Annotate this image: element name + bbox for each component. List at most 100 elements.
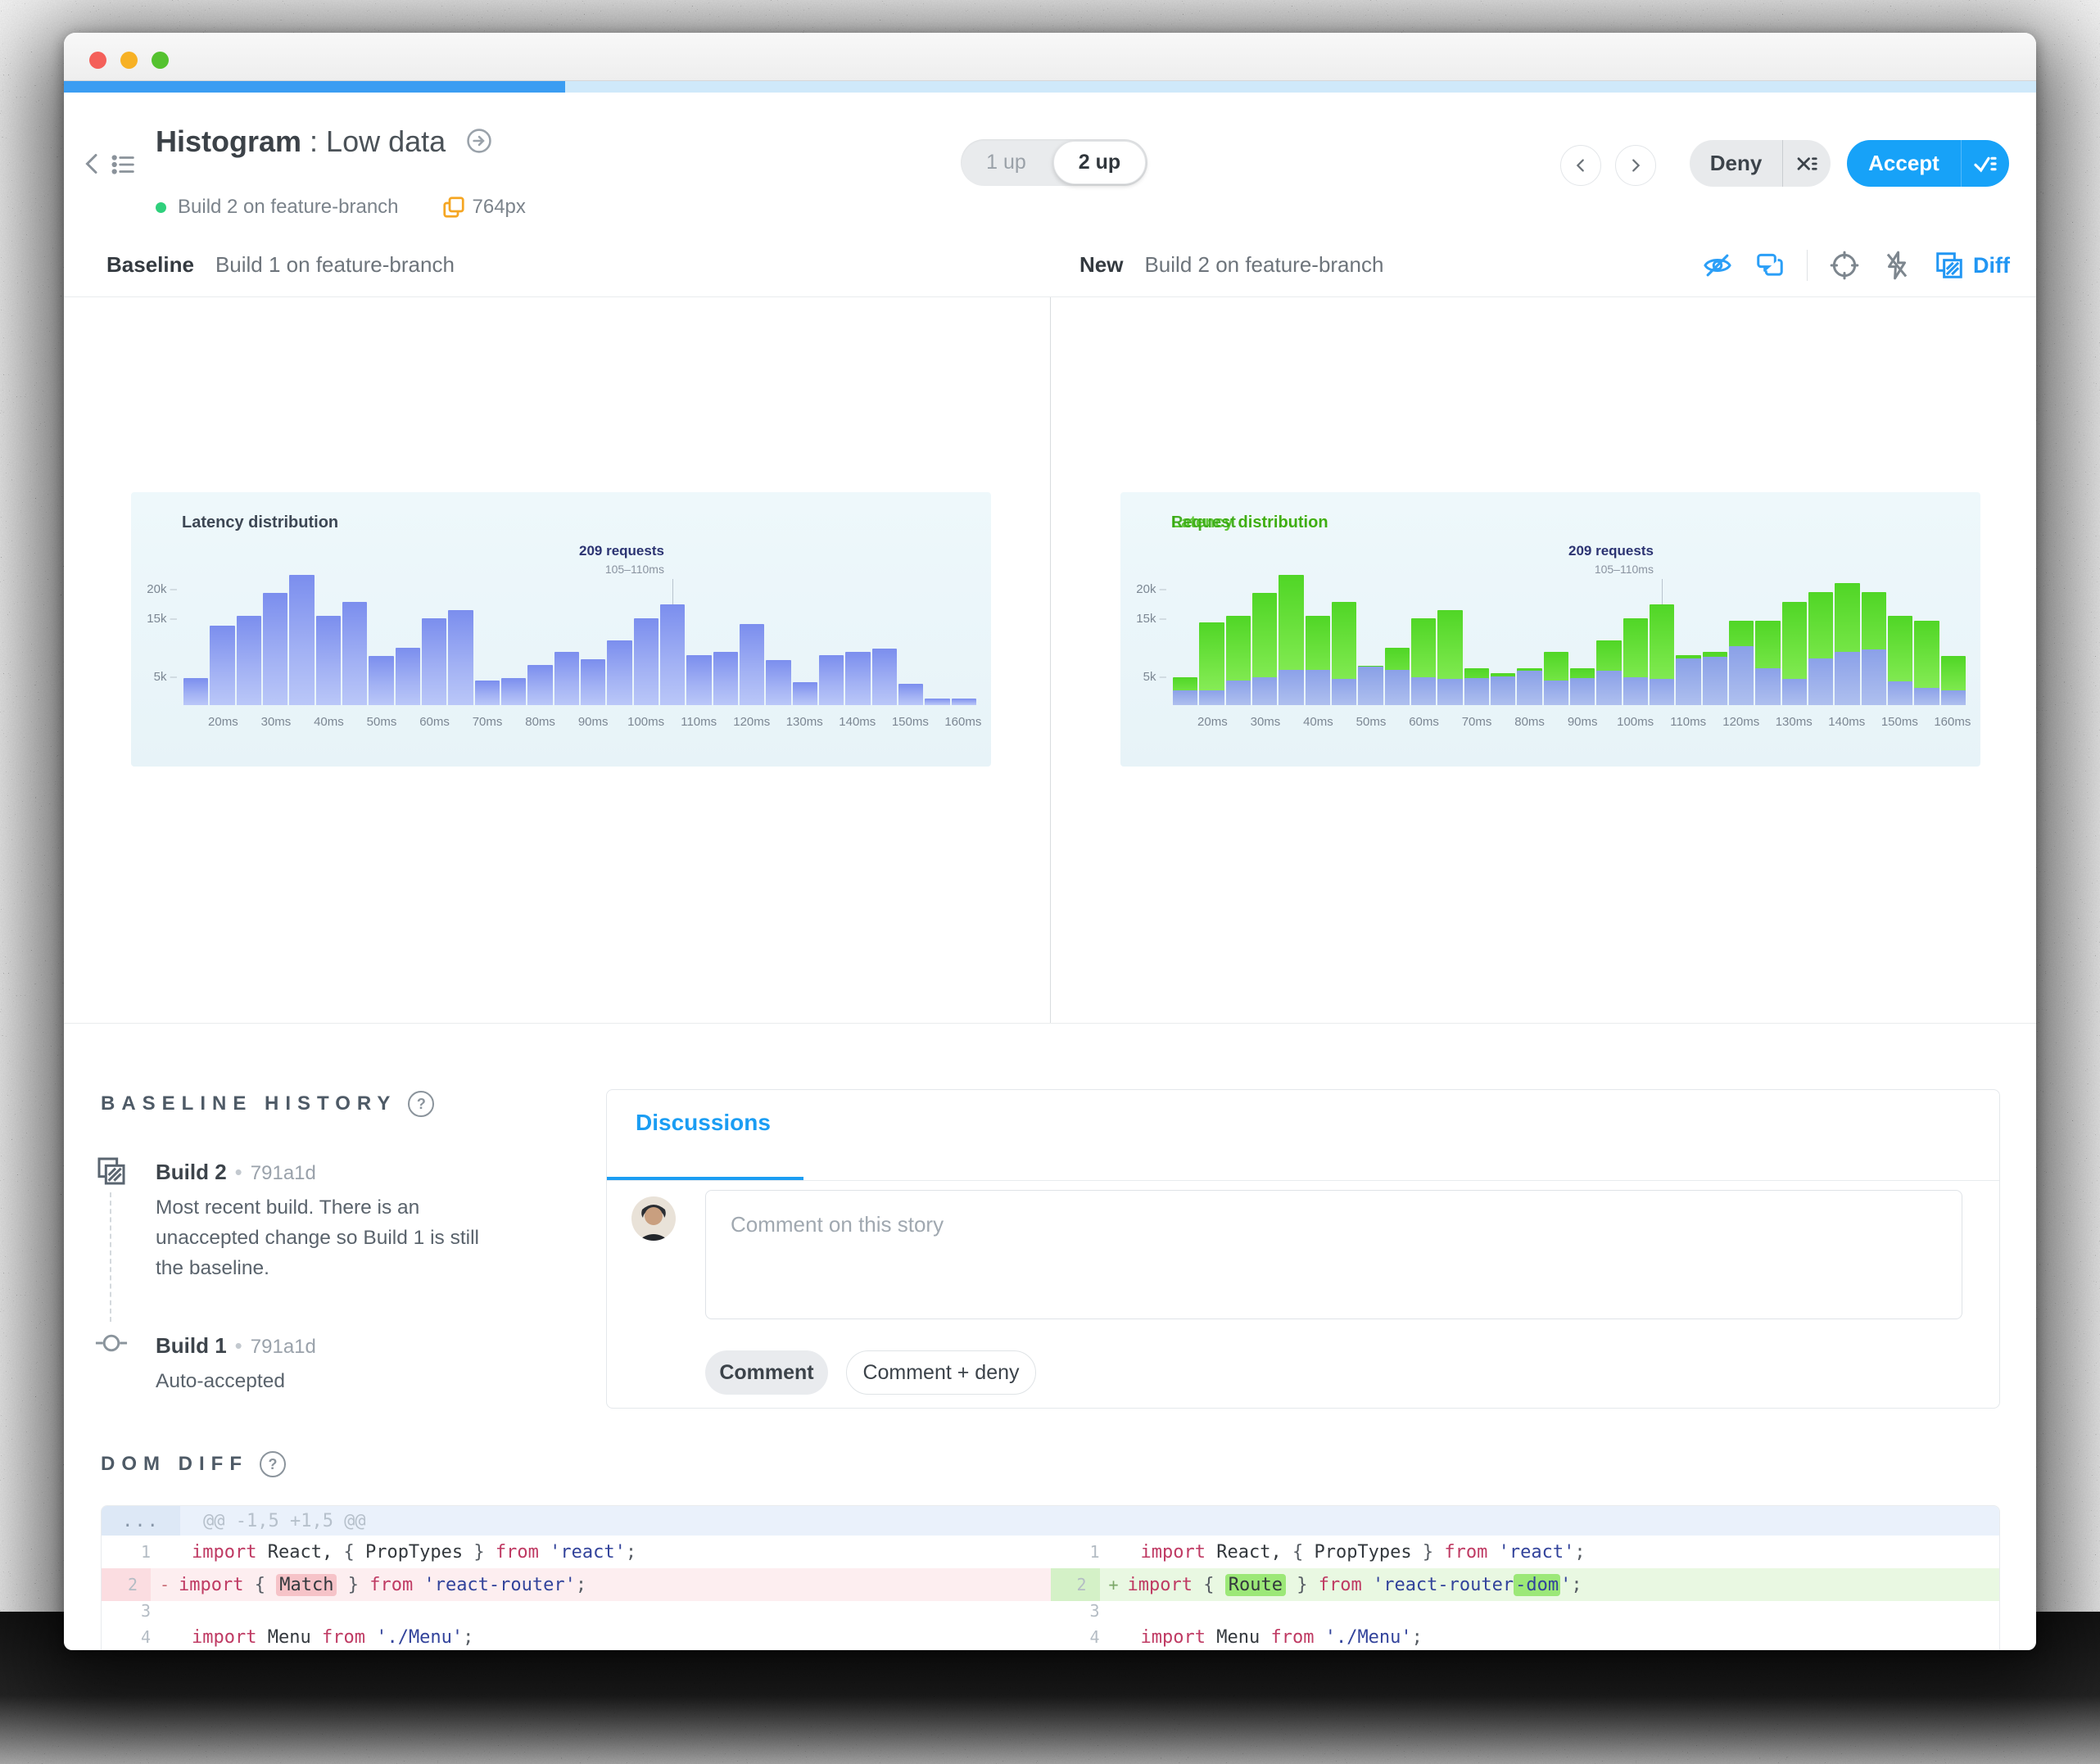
build-1-description: Auto-accepted: [156, 1370, 285, 1392]
discussions-panel: Discussions Comment Comment + deny: [606, 1089, 2000, 1409]
diff-line: 3: [1050, 1601, 1999, 1621]
dom-diff-heading: DOM DIFF ?: [101, 1451, 286, 1477]
app-window: Histogram : Low data Build 2 on feature-…: [64, 33, 2036, 1650]
histogram-bar: [1543, 541, 1568, 705]
next-snapshot-button[interactable]: [1615, 145, 1656, 186]
build-1-history-item[interactable]: Build 1 • 791a1d: [156, 1333, 316, 1359]
histogram-bar: [1305, 541, 1330, 705]
desktop-background: Histogram : Low data Build 2 on feature-…: [0, 0, 2100, 1764]
histogram-bar: [1781, 541, 1807, 705]
histogram-bar: [739, 541, 765, 705]
build-progress-bar: [64, 81, 2036, 93]
histogram-bar: [1173, 541, 1198, 705]
flash-off-icon[interactable]: [1881, 250, 1912, 281]
baseline-history-help-icon[interactable]: ?: [408, 1091, 435, 1117]
zoom-window-button[interactable]: [152, 52, 169, 69]
previous-snapshot-button[interactable]: [1560, 145, 1601, 186]
toggle-1up[interactable]: 1 up: [961, 139, 1052, 186]
comment-deny-button[interactable]: Comment + deny: [846, 1350, 1036, 1395]
histogram-bar: [1384, 541, 1410, 705]
diff-build-icon: [97, 1157, 125, 1185]
histogram-bar: [607, 541, 632, 705]
baseline-snapshot[interactable]: Latency distribution 5k15k20k 209 reques…: [131, 492, 991, 767]
histogram-bar: [713, 541, 738, 705]
comment-input[interactable]: [705, 1190, 1962, 1319]
new-pane-label: New Build 2 on feature-branch: [1079, 252, 1384, 277]
accept-batch-icon[interactable]: [1961, 140, 2009, 187]
histogram-bar: [395, 541, 420, 705]
histogram-bar: [1596, 541, 1622, 705]
diff-line: 2 + import { Route } from 'react-router-do…: [1050, 1568, 1999, 1601]
histogram-bar: [1251, 541, 1278, 705]
build-status-dot: [156, 201, 166, 213]
dom-diff-help-icon[interactable]: ?: [259, 1451, 286, 1477]
histogram-bar: [262, 541, 288, 705]
toolbar-divider: [1807, 250, 1808, 281]
pane-divider: [1050, 297, 1051, 1023]
diff-squares-icon: [1936, 252, 1962, 278]
new-snapshot-diff[interactable]: LatencyRequest distribution 5k15k20k 209…: [1120, 492, 1980, 767]
diff-hunk-header: ... @@ -1,5 +1,5 @@: [102, 1506, 1999, 1536]
histogram-bar: [1649, 541, 1675, 705]
histogram-bar: [554, 541, 579, 705]
diff-line: 1 import React, { PropTypes } from 'react…: [1050, 1536, 1999, 1568]
diff-line: 1 import React, { PropTypes } from 'react…: [102, 1536, 1051, 1568]
histogram-bar: [1808, 541, 1834, 705]
tab-discussions[interactable]: Discussions: [636, 1110, 771, 1136]
histogram-bar: [845, 541, 871, 705]
diff-overlay-toggle[interactable]: Diff: [1934, 250, 2010, 281]
y-axis-ticks: 5k15k20k: [138, 541, 177, 705]
histogram-bar: [818, 541, 844, 705]
histogram-bar: [580, 541, 606, 705]
histogram-bar: [1569, 541, 1595, 705]
histogram-bar: [1279, 541, 1304, 705]
comparison-panes: Latency distribution 5k15k20k 209 reques…: [64, 296, 2036, 1024]
histogram-bar: [527, 541, 553, 705]
histogram-bar: [1410, 541, 1437, 705]
histogram-bar: [925, 541, 950, 705]
layout-toggle: 1 up 2 up: [961, 139, 1147, 186]
minimize-window-button[interactable]: [120, 52, 138, 69]
histogram-bar: [1623, 541, 1648, 705]
commit-sha: 791a1d: [250, 1336, 316, 1358]
snapshot-list-icon[interactable]: [110, 151, 138, 179]
baseline-history-heading: BASELINE HISTORY ?: [101, 1091, 435, 1117]
histogram-bar: [1331, 541, 1357, 705]
toggle-2up[interactable]: 2 up: [1053, 141, 1146, 184]
histogram-bar: [633, 541, 659, 705]
histogram-bar: [1702, 541, 1727, 705]
histogram-bar: [448, 541, 473, 705]
histogram-bar: [1437, 541, 1463, 705]
diff-line: 3: [102, 1601, 1051, 1621]
build-2-history-item[interactable]: Build 2 • 791a1d: [156, 1160, 316, 1185]
tab-divider: [607, 1180, 1999, 1181]
page-title: Histogram : Low data: [156, 124, 493, 159]
histogram-bar: [421, 541, 447, 705]
histogram-bar: [315, 541, 341, 705]
hide-diff-eye-icon[interactable]: [1702, 250, 1733, 281]
deny-batch-icon[interactable]: [1782, 140, 1831, 187]
diff-new-column: 1 import React, { PropTypes } from 'react…: [1050, 1536, 1999, 1650]
back-button[interactable]: [79, 147, 108, 180]
comment-button[interactable]: Comment: [705, 1350, 828, 1395]
histogram-bar: [898, 541, 924, 705]
commit-sha: 791a1d: [250, 1162, 316, 1184]
open-story-link-icon[interactable]: [465, 127, 493, 155]
window-titlebar: [64, 33, 2036, 81]
histogram-bar: [369, 541, 394, 705]
expand-hunk-icon[interactable]: ...: [102, 1506, 180, 1536]
commit-node-icon: [95, 1334, 128, 1352]
histogram-bar: [1940, 541, 1966, 705]
histogram-bar: [500, 541, 527, 705]
comparison-toolbar: Diff: [1702, 249, 2010, 282]
histogram-bar: [1358, 541, 1383, 705]
x-axis-ticks: 20ms 30ms 40ms 50ms 60ms 70ms 80ms 90ms 100ms 110…: [1197, 715, 1971, 729]
histogram-bar: [289, 541, 315, 705]
deny-button[interactable]: Deny: [1690, 140, 1831, 187]
pixel-zoom-target-icon[interactable]: [1829, 250, 1860, 281]
histogram-bar: [210, 541, 235, 705]
histogram-bar: [1464, 541, 1489, 705]
comments-icon[interactable]: [1754, 250, 1785, 281]
close-window-button[interactable]: [89, 52, 106, 69]
accept-button[interactable]: Accept: [1847, 140, 2009, 187]
